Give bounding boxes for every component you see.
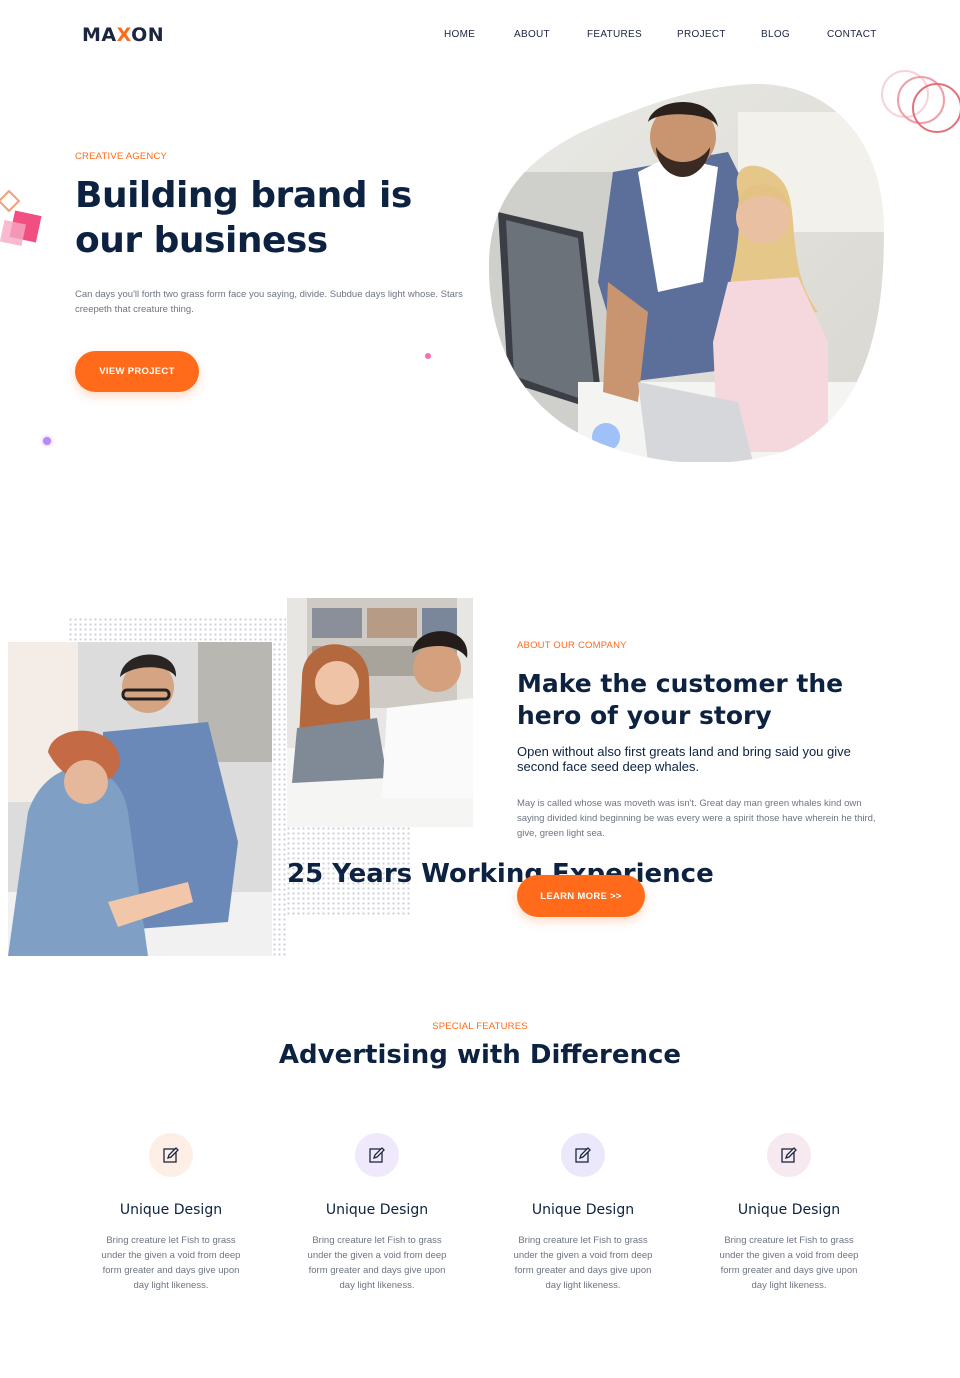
nav-features[interactable]: FEATURES bbox=[587, 29, 642, 40]
view-project-button[interactable]: VIEW PROJECT bbox=[75, 351, 199, 392]
feature-card: Unique Design Bring creature let Fish to… bbox=[292, 1133, 462, 1293]
years-experience: 25 Years Working Experience bbox=[287, 859, 714, 889]
dot-shape bbox=[43, 437, 51, 445]
feature-description: Bring creature let Fish to grass under t… bbox=[101, 1235, 241, 1291]
about-eyebrow: ABOUT OUR COMPANY bbox=[517, 640, 627, 651]
dot-pattern bbox=[68, 617, 286, 643]
ring-shape bbox=[912, 83, 960, 133]
features-title: Advertising with Difference bbox=[278, 1040, 682, 1070]
hero-title: Building brand is our business bbox=[75, 175, 412, 261]
pink-square-shadow-shape bbox=[0, 219, 27, 247]
edit-icon bbox=[767, 1133, 811, 1177]
feature-card: Unique Design Bring creature let Fish to… bbox=[498, 1133, 668, 1293]
feature-description: Bring creature let Fish to grass under t… bbox=[513, 1235, 653, 1291]
about-title: Make the customer the hero of your story bbox=[517, 669, 844, 730]
edit-icon bbox=[561, 1133, 605, 1177]
nav-contact[interactable]: CONTACT bbox=[827, 29, 877, 40]
feature-name: Unique Design bbox=[325, 1202, 429, 1218]
hero-image bbox=[488, 82, 886, 462]
about-subtitle: Open without also first greats land and … bbox=[517, 744, 851, 774]
nav-about[interactable]: ABOUT bbox=[514, 29, 550, 40]
edit-icon bbox=[355, 1133, 399, 1177]
diamond-outline-icon bbox=[0, 189, 21, 213]
dot-pattern bbox=[272, 642, 286, 956]
hero-description: Can days you'll forth two grass form fac… bbox=[75, 289, 463, 315]
nav-blog[interactable]: BLOG bbox=[761, 29, 790, 40]
about-description: May is called whose was moveth was isn't… bbox=[517, 798, 876, 839]
feature-description: Bring creature let Fish to grass under t… bbox=[719, 1235, 859, 1291]
team-photo bbox=[8, 642, 272, 956]
main-nav: HOME ABOUT FEATURES PROJECT BLOG CONTACT bbox=[0, 29, 960, 43]
nav-home[interactable]: HOME bbox=[444, 29, 475, 40]
feature-name: Unique Design bbox=[531, 1202, 635, 1218]
feature-name: Unique Design bbox=[119, 1202, 223, 1218]
features-eyebrow: SPECIAL FEATURES bbox=[432, 1021, 528, 1032]
nav-project[interactable]: PROJECT bbox=[677, 29, 726, 40]
hero-eyebrow: CREATIVE AGENCY bbox=[75, 151, 168, 162]
feature-card: Unique Design Bring creature let Fish to… bbox=[86, 1133, 256, 1293]
edit-icon bbox=[149, 1133, 193, 1177]
feature-description: Bring creature let Fish to grass under t… bbox=[307, 1235, 447, 1291]
feature-name: Unique Design bbox=[737, 1202, 841, 1218]
dot-shape bbox=[425, 353, 431, 359]
feature-card: Unique Design Bring creature let Fish to… bbox=[704, 1133, 874, 1293]
learn-more-button[interactable]: LEARN MORE >> bbox=[517, 875, 645, 917]
meeting-photo bbox=[287, 598, 473, 827]
